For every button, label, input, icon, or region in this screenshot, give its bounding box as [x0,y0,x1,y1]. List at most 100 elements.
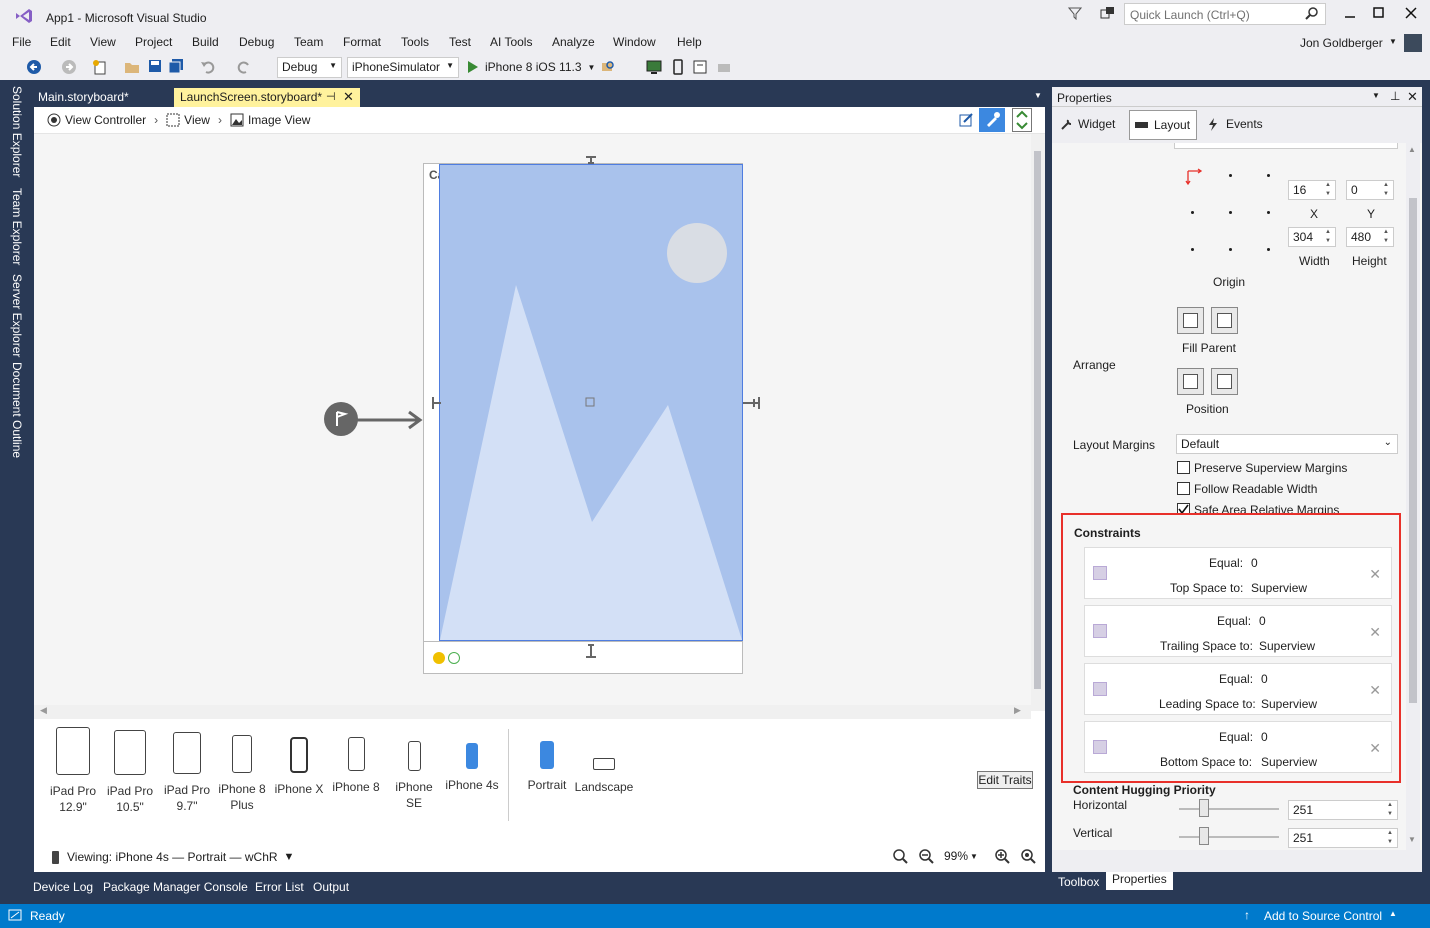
maximize-icon[interactable] [1372,6,1386,20]
spin-up-icon[interactable]: ▲ [1380,228,1392,237]
scroll-right-icon[interactable]: ▶ [1014,705,1021,716]
vertical-priority-field[interactable]: 251 ▲ ▼ [1288,828,1398,848]
find-icon[interactable] [600,59,616,75]
menu-debug[interactable]: Debug [239,35,274,49]
menu-test[interactable]: Test [449,35,471,49]
height-field[interactable]: 480 ▲ ▼ [1346,227,1394,247]
platform-dropdown[interactable]: iPhoneSimulator ▼ [347,57,459,78]
close-icon[interactable]: ✕ [1407,89,1418,105]
avatar[interactable] [1404,34,1422,52]
update-frames-button[interactable] [1012,108,1032,132]
menu-help[interactable]: Help [677,35,702,49]
breadcrumb-view-controller[interactable]: View Controller [65,113,146,127]
tab-output[interactable]: Output [313,880,349,894]
scroll-down-icon[interactable]: ▼ [1408,835,1416,844]
menu-analyze[interactable]: Analyze [552,35,595,49]
device-iphone-8[interactable]: iPhone 8 [331,727,381,795]
follow-readable-width-checkbox[interactable] [1177,482,1190,495]
origin-dot[interactable] [1229,174,1232,177]
device-ipad-pro-12-9[interactable]: iPad Pro 12.9" [48,727,98,815]
layout-margins-select[interactable]: Default ⌄ [1176,434,1398,454]
cloud-icon[interactable] [716,59,732,75]
tab-widget[interactable]: Widget [1060,117,1115,131]
device-ipad-pro-9-7[interactable]: iPad Pro 9.7" [162,727,212,814]
open-folder-icon[interactable] [124,59,140,75]
constraint-leading-space[interactable]: Equal: 0 Leading Space to: Superview ✕ [1084,663,1392,715]
spin-up-icon[interactable]: ▲ [1380,181,1392,190]
save-all-icon[interactable] [168,59,184,73]
y-field[interactable]: 0 ▲ ▼ [1346,180,1394,200]
bottom-constraint-handle-icon[interactable] [585,644,597,658]
configuration-dropdown[interactable]: Debug ▼ [277,57,342,78]
properties-scrollbar[interactable]: ▲ ▼ [1406,143,1420,850]
menu-tools[interactable]: Tools [401,35,429,49]
redo-icon[interactable] [236,59,252,75]
device-iphone-x[interactable]: iPhone X [274,727,324,797]
center-vertical-button[interactable] [1177,368,1204,395]
origin-dot[interactable] [1229,211,1232,214]
scroll-up-icon[interactable]: ▲ [1408,145,1416,154]
tab-layout[interactable]: Layout [1129,110,1197,140]
orientation-portrait[interactable]: Portrait [522,727,572,793]
new-project-icon[interactable] [92,59,108,75]
close-icon[interactable] [1404,6,1418,20]
chevron-down-icon[interactable]: ▼ [1372,91,1380,100]
origin-dot[interactable] [1267,174,1270,177]
zoom-level[interactable]: 99% [944,849,968,863]
device-iphone-8-plus[interactable]: iPhone 8 Plus [217,727,267,813]
leading-constraint-handle-icon[interactable] [432,396,442,410]
delete-constraint-icon[interactable]: ✕ [1369,566,1381,583]
menu-file[interactable]: File [12,35,31,49]
fill-width-button[interactable] [1177,307,1204,334]
delete-constraint-icon[interactable]: ✕ [1369,682,1381,699]
top-constraint-handle-icon[interactable] [585,156,597,164]
chevron-down-icon[interactable]: ▼ [284,851,295,863]
tab-document-outline[interactable]: Document Outline [10,362,24,458]
fill-height-button[interactable] [1211,307,1238,334]
image-view[interactable] [439,164,743,641]
spin-down-icon[interactable]: ▼ [1322,190,1334,199]
back-icon[interactable] [26,59,42,75]
connect-icon[interactable] [1100,6,1116,20]
run-button[interactable]: iPhone 8 iOS 11.3 ▼ [465,58,595,76]
menu-build[interactable]: Build [192,35,219,49]
minimize-icon[interactable] [1343,6,1357,20]
horizontal-scrollbar[interactable]: ◀ ▶ [34,705,1031,719]
menu-view[interactable]: View [90,35,116,49]
origin-dot[interactable] [1267,248,1270,251]
origin-dot[interactable] [1191,211,1194,214]
vertical-scrollbar[interactable] [1031,134,1045,711]
tab-server-explorer[interactable]: Server Explorer [10,274,24,357]
breadcrumb-view[interactable]: View [184,113,210,127]
chevron-down-icon[interactable]: ▼ [1389,37,1397,46]
tab-toolbox[interactable]: Toolbox [1058,872,1099,892]
zoom-in-icon[interactable] [994,848,1010,864]
menu-project[interactable]: Project [135,35,172,49]
trailing-constraint-handle-icon[interactable] [742,396,760,410]
origin-arrows-icon[interactable] [1184,167,1206,189]
device-ipad-pro-10-5[interactable]: iPad Pro 10.5" [105,727,155,815]
tab-overflow-icon[interactable]: ▼ [1034,91,1042,100]
delete-constraint-icon[interactable]: ✕ [1369,740,1381,757]
tab-main-storyboard[interactable]: Main.storyboard* [32,88,172,107]
scroll-left-icon[interactable]: ◀ [40,705,47,716]
archive-icon[interactable] [692,59,708,75]
menu-edit[interactable]: Edit [50,35,71,49]
tab-events[interactable]: Events [1208,117,1263,131]
design-canvas[interactable]: Carrier [34,134,1045,711]
x-field[interactable]: 16 ▲ ▼ [1288,180,1336,200]
exit-dock-icon[interactable] [448,652,460,664]
menu-window[interactable]: Window [613,35,656,49]
pin-icon[interactable]: ⊥ [1390,89,1400,103]
view-controller-scene[interactable]: Carrier [423,163,743,674]
vertical-slider-thumb[interactable] [1199,827,1209,845]
chevron-up-icon[interactable]: ▲ [1389,909,1397,918]
quick-launch-input[interactable]: Quick Launch (Ctrl+Q) [1124,3,1326,25]
orientation-landscape[interactable]: Landscape [574,727,634,795]
menu-format[interactable]: Format [343,35,381,49]
breadcrumb-image-view[interactable]: Image View [248,113,310,127]
center-horizontal-button[interactable] [1211,368,1238,395]
view-controller-dock-icon[interactable] [433,652,445,664]
constraint-trailing-space[interactable]: Equal: 0 Trailing Space to: Superview ✕ [1084,605,1392,657]
menu-ai-tools[interactable]: AI Tools [490,35,532,49]
